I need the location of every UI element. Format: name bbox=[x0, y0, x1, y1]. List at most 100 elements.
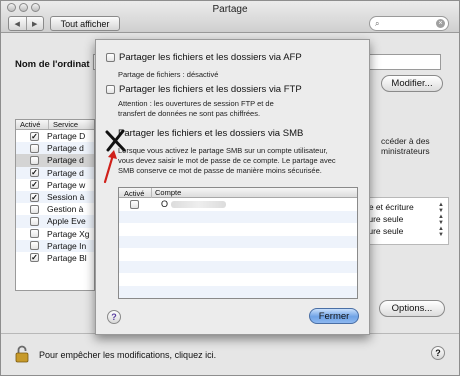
service-checkbox[interactable] bbox=[30, 229, 39, 239]
empty-row bbox=[119, 235, 357, 248]
service-row[interactable]: ✓ Partage w bbox=[16, 179, 94, 191]
afp-option[interactable]: Partager les fichiers et les dossiers vi… bbox=[106, 52, 302, 63]
service-checkbox[interactable]: ✓ bbox=[30, 131, 39, 141]
back-forward-group: ◀ ▶ bbox=[8, 16, 44, 31]
close-sheet-button[interactable]: Fermer bbox=[309, 308, 359, 324]
service-checkbox[interactable]: ✓ bbox=[30, 168, 39, 178]
header-account: Compte bbox=[151, 188, 181, 198]
service-row[interactable]: Partage In bbox=[16, 239, 94, 252]
permission-label: re et écriture bbox=[366, 202, 414, 212]
service-row[interactable]: ✓ Partage d bbox=[16, 166, 94, 179]
smb-desc-line-1: Lorsque vous activez le partage SMB sur … bbox=[118, 146, 328, 155]
ftp-option[interactable]: Partager les fichiers et les dossiers vi… bbox=[106, 84, 302, 95]
updown-icon: ▲ ▼ bbox=[438, 202, 444, 214]
service-label: Partage d bbox=[47, 167, 84, 178]
service-checkbox[interactable]: ✓ bbox=[30, 253, 39, 263]
service-row[interactable]: Partage d bbox=[16, 142, 94, 155]
service-checkbox[interactable] bbox=[30, 143, 39, 153]
afp-description: Partage de fichiers : désactivé bbox=[118, 70, 219, 79]
service-row[interactable]: Gestion à bbox=[16, 203, 94, 215]
service-label: Partage d bbox=[47, 143, 84, 154]
updown-icon: ▲ ▼ bbox=[438, 214, 444, 226]
clear-search-icon[interactable]: × bbox=[436, 19, 445, 28]
lock-icon[interactable] bbox=[15, 345, 29, 363]
permission-row[interactable]: ture seule ▲ ▼ bbox=[362, 226, 448, 238]
empty-row bbox=[119, 273, 357, 286]
empty-row bbox=[119, 260, 357, 273]
ftp-warning-line-1: Attention : les ouvertures de session FT… bbox=[118, 99, 274, 108]
empty-row bbox=[119, 223, 357, 236]
updown-icon: ▲ ▼ bbox=[438, 226, 444, 238]
smb-option-label: Partager les fichiers et les dossiers vi… bbox=[118, 128, 304, 139]
forward-arrow-icon: ▶ bbox=[32, 20, 38, 28]
service-row[interactable]: ✓ Partage D bbox=[16, 130, 94, 142]
service-checkbox[interactable]: ✓ bbox=[30, 180, 39, 190]
service-row[interactable]: Partage Xg bbox=[16, 228, 94, 240]
account-row[interactable]: O bbox=[119, 198, 357, 211]
permission-row[interactable]: ture seule ▲ ▼ bbox=[362, 214, 448, 226]
accounts-table: Activé Compte O bbox=[118, 187, 358, 299]
service-checkbox[interactable] bbox=[30, 241, 39, 251]
afp-option-label: Partager les fichiers et les dossiers vi… bbox=[119, 52, 302, 63]
service-checkbox[interactable] bbox=[30, 204, 39, 214]
ftp-option-label: Partager les fichiers et les dossiers vi… bbox=[119, 84, 302, 95]
account-name: O bbox=[161, 199, 169, 209]
show-all-button[interactable]: Tout afficher bbox=[50, 16, 120, 31]
help-icon[interactable]: ? bbox=[431, 346, 445, 360]
permission-row[interactable]: re et écriture ▲ ▼ bbox=[362, 202, 448, 214]
service-row[interactable]: Apple Eve bbox=[16, 215, 94, 228]
service-label: Partage D bbox=[47, 131, 86, 142]
permissions-list: re et écriture ▲ ▼ ture seule ▲ ▼ ture seule… bbox=[361, 197, 449, 245]
service-label: Partage Bl bbox=[47, 252, 87, 263]
computer-name-label: Nom de l'ordinat bbox=[15, 59, 90, 70]
empty-row bbox=[119, 285, 357, 298]
header-active: Activé bbox=[124, 189, 145, 198]
title-bar: Partage ◀ ▶ Tout afficher ⌕ × bbox=[1, 1, 459, 33]
service-label: Partage In bbox=[47, 240, 87, 251]
service-checkbox[interactable] bbox=[30, 216, 39, 226]
red-arrow-annotation-icon bbox=[103, 150, 117, 184]
lock-message: Pour empêcher les modifications, cliquez… bbox=[39, 350, 217, 360]
ftp-warning-line-2: transfert de données ne sont pas chiffré… bbox=[118, 109, 261, 118]
sharing-window: Partage ◀ ▶ Tout afficher ⌕ × Nom de l'o… bbox=[0, 0, 460, 376]
service-label: Session à bbox=[47, 192, 85, 203]
permission-label: ture seule bbox=[366, 226, 404, 236]
modify-button[interactable]: Modifier... bbox=[381, 75, 443, 92]
file-sharing-options-sheet: Partager les fichiers et les dossiers vi… bbox=[95, 39, 370, 335]
services-table: Activé Service ✓ Partage D Partage d Partag… bbox=[15, 119, 95, 291]
empty-row bbox=[119, 248, 357, 261]
header-active: Activé bbox=[20, 120, 41, 129]
service-checkbox[interactable] bbox=[30, 155, 39, 165]
service-label: Partage Xg bbox=[47, 228, 90, 239]
options-button[interactable]: Options... bbox=[379, 300, 445, 317]
search-field[interactable]: ⌕ × bbox=[369, 16, 449, 31]
service-row[interactable]: Partage d bbox=[16, 154, 94, 167]
service-checkbox[interactable]: ✓ bbox=[30, 192, 39, 202]
search-icon: ⌕ bbox=[375, 19, 380, 28]
account-checkbox[interactable] bbox=[130, 200, 139, 209]
window-title: Partage bbox=[212, 4, 248, 15]
smb-desc-line-3: SMB conserve ce mot de passe de manière … bbox=[118, 166, 322, 175]
access-text-line-1: ccéder à des bbox=[381, 136, 430, 146]
service-row[interactable]: ✓ Session à bbox=[16, 190, 94, 204]
empty-row bbox=[119, 210, 357, 223]
smb-desc-line-2: vous devez saisir le mot de passe de ce … bbox=[118, 156, 336, 165]
ftp-checkbox[interactable] bbox=[106, 85, 115, 94]
smb-option[interactable]: Partager les fichiers et les dossiers vi… bbox=[118, 128, 303, 139]
afp-checkbox[interactable] bbox=[106, 53, 115, 62]
redacted-account-name bbox=[171, 201, 226, 208]
forward-button[interactable]: ▶ bbox=[25, 17, 44, 30]
access-text-line-2: ministrateurs bbox=[381, 146, 430, 156]
service-label: Partage d bbox=[47, 155, 84, 166]
accounts-table-header: Activé Compte bbox=[119, 188, 357, 198]
services-table-header: Activé Service bbox=[16, 120, 94, 130]
permission-label: ture seule bbox=[366, 214, 404, 224]
service-row[interactable]: ✓ Partage Bl bbox=[16, 252, 94, 264]
service-label: Partage w bbox=[47, 179, 86, 190]
back-arrow-icon: ◀ bbox=[14, 20, 20, 28]
sheet-help-icon[interactable]: ? bbox=[107, 310, 121, 324]
header-service: Service bbox=[48, 120, 78, 129]
service-label: Apple Eve bbox=[47, 216, 86, 227]
back-button[interactable]: ◀ bbox=[9, 17, 26, 30]
service-label: Gestion à bbox=[47, 204, 84, 215]
